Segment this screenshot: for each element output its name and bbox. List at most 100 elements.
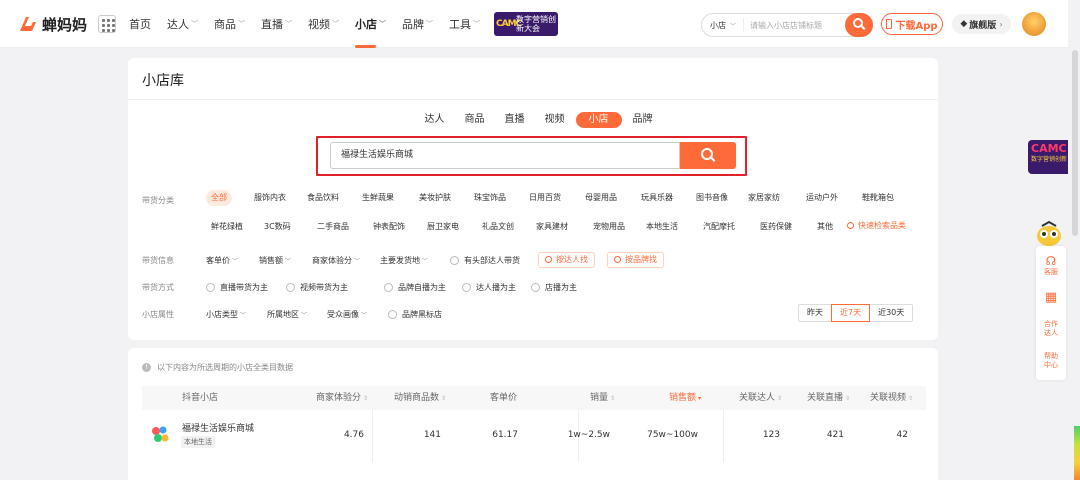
qr-code-icon: ▦: [1044, 290, 1058, 305]
category-chip[interactable]: 全部: [206, 190, 232, 206]
nav-brand[interactable]: 品牌 ﹀: [402, 0, 433, 48]
period-30days[interactable]: 近30天: [869, 304, 914, 322]
category-chip[interactable]: 礼品文创: [477, 219, 519, 235]
mode-video-checkbox[interactable]: 视频带货为主: [286, 282, 348, 293]
mode-store-live-checkbox[interactable]: 店播为主: [531, 282, 577, 293]
tab-brand[interactable]: 品牌: [624, 112, 662, 128]
category-chip[interactable]: 其他: [812, 219, 838, 235]
mode-talent-checkbox[interactable]: 达人播为主: [462, 282, 516, 293]
shop-search-input[interactable]: 福禄生活娱乐商城: [330, 142, 680, 169]
camc-float-banner[interactable]: CAMC 数字营销创新: [1028, 140, 1068, 174]
tab-live[interactable]: 直播: [496, 112, 534, 128]
camc-float-text: 数字营销创新: [1031, 156, 1068, 163]
data-note: ! 以下内容为所选周期的小店全类目数据: [142, 362, 293, 373]
sort-icon: ⇕: [363, 395, 369, 402]
quick-category-search[interactable]: 快速检索品类: [847, 219, 906, 235]
find-by-brand-button[interactable]: 按品牌找: [607, 252, 664, 268]
divider: [128, 99, 938, 100]
top-search-button[interactable]: [845, 13, 873, 37]
camc-promo-badge[interactable]: CAMC 数字营销创新大会: [494, 12, 558, 36]
mode-live-checkbox[interactable]: 直播带货为主: [206, 282, 268, 293]
audience-dropdown[interactable]: 受众画像 ﹀: [327, 309, 367, 320]
revenue-dropdown[interactable]: 销售额 ﹀: [259, 255, 291, 266]
category-chip[interactable]: 运动户外: [801, 190, 843, 206]
category-chip[interactable]: 鞋靴箱包: [857, 190, 899, 206]
category-chip[interactable]: 钟表配饰: [368, 219, 410, 235]
tab-shop[interactable]: 小店: [575, 112, 622, 128]
tab-goods[interactable]: 商品: [456, 112, 494, 128]
logo-icon: [20, 17, 36, 31]
nav-live[interactable]: 直播 ﹀: [261, 0, 292, 48]
shop-search-button[interactable]: [680, 142, 736, 169]
category-chip[interactable]: 鲜花绿植: [206, 219, 248, 235]
page-title: 小店库: [142, 73, 184, 89]
tab-talent[interactable]: 达人: [416, 112, 454, 128]
category-chip[interactable]: 家具建材: [531, 219, 573, 235]
category-chip[interactable]: 汽配摩托: [698, 219, 740, 235]
help-center[interactable]: 帮助中心: [1036, 352, 1066, 370]
period-yesterday[interactable]: 昨天: [798, 304, 832, 322]
category-chip[interactable]: 玩具乐器: [636, 190, 678, 206]
scrollbar-thumb[interactable]: [1072, 50, 1078, 236]
shop-name[interactable]: 福禄生活娱乐商城: [182, 421, 254, 434]
apps-grid-icon[interactable]: [98, 15, 116, 33]
brand-blackmark-checkbox[interactable]: 品牌黑标店: [388, 309, 442, 320]
category-chip[interactable]: 图书音像: [691, 190, 733, 206]
col-sales[interactable]: 销量 ⇕: [590, 386, 615, 410]
cooperate-talent[interactable]: 合作达人: [1036, 320, 1066, 338]
category-chip[interactable]: 服饰内衣: [249, 190, 291, 206]
category-chip[interactable]: 二手商品: [312, 219, 354, 235]
nav-home[interactable]: 首页: [129, 0, 151, 48]
search-type-tabs: 达人 商品 直播 视频 小店 品牌: [128, 112, 938, 128]
category-chip[interactable]: 医药保健: [755, 219, 797, 235]
search-icon: [614, 256, 621, 263]
chevron-down-icon: ﹀: [730, 22, 737, 30]
top-talent-checkbox[interactable]: 有头部达人带货: [450, 255, 520, 266]
price-dropdown[interactable]: 客单价 ﹀: [206, 255, 238, 266]
ship-from-dropdown[interactable]: 主要发货地 ﹀: [380, 255, 428, 266]
col-items[interactable]: 动销商品数 ⇕: [394, 386, 446, 410]
cell-videos: 42: [896, 430, 908, 440]
find-by-talent-button[interactable]: 按达人找: [538, 252, 595, 268]
experience-score-dropdown[interactable]: 商家体验分 ﹀: [312, 255, 360, 266]
vip-edition-button[interactable]: ◆ 旗舰版 ›: [952, 14, 1011, 34]
category-chip[interactable]: 本地生活: [641, 219, 683, 235]
category-chip[interactable]: 珠宝饰品: [469, 190, 511, 206]
nav-talent[interactable]: 达人 ﹀: [167, 0, 198, 48]
col-lives[interactable]: 关联直播 ⇕: [807, 386, 850, 410]
region-dropdown[interactable]: 所属地区 ﹀: [267, 309, 307, 320]
category-chip[interactable]: 食品饮料: [302, 190, 344, 206]
col-score[interactable]: 商家体验分 ⇕: [316, 386, 368, 410]
avatar[interactable]: [1022, 12, 1046, 36]
category-chip[interactable]: 宠物用品: [588, 219, 630, 235]
customer-service[interactable]: ☊ 客服: [1036, 254, 1066, 277]
nav-goods[interactable]: 商品 ﹀: [214, 0, 245, 48]
category-chip[interactable]: 3C数码: [259, 219, 296, 235]
sort-icon: ⇕: [777, 395, 783, 402]
category-chip[interactable]: 生鲜蔬果: [357, 190, 399, 206]
search-icon: [847, 222, 854, 229]
nav-shop[interactable]: 小店 ﹀: [355, 0, 386, 48]
mode-brand-self-checkbox[interactable]: 品牌自播为主: [384, 282, 446, 293]
col-revenue[interactable]: 销售额 ▾: [669, 386, 701, 410]
category-chip[interactable]: 日用百货: [524, 190, 566, 206]
logo[interactable]: 蝉妈妈: [18, 14, 87, 34]
category-chip[interactable]: 厨卫家电: [422, 219, 464, 235]
download-app-button[interactable]: 下载App: [881, 13, 943, 35]
chevron-down-icon: ﹀: [354, 258, 361, 265]
col-talents[interactable]: 关联达人 ⇕: [739, 386, 782, 410]
qr-code[interactable]: ▦: [1036, 290, 1066, 306]
main-nav: 首页 达人﹀ 商品﹀ 直播﹀ 视频﹀ 小店﹀ 品牌﹀ 工具﹀ 报表: [129, 0, 534, 48]
search-scope-select[interactable]: 小店 ﹀: [702, 18, 744, 32]
category-chip[interactable]: 母婴用品: [580, 190, 622, 206]
category-chip[interactable]: 美妆护肤: [414, 190, 456, 206]
category-chip[interactable]: 家居家纺: [743, 190, 785, 206]
nav-tools[interactable]: 工具 ﹀: [449, 0, 480, 48]
tab-video[interactable]: 视频: [536, 112, 574, 128]
nav-video[interactable]: 视频 ﹀: [308, 0, 339, 48]
chevron-right-icon: ›: [999, 19, 1003, 29]
chevron-down-icon: ﹀: [301, 312, 308, 319]
col-videos[interactable]: 关联视频 ⇕: [870, 386, 913, 410]
shop-type-dropdown[interactable]: 小店类型 ﹀: [206, 309, 246, 320]
period-7days[interactable]: 近7天: [831, 304, 871, 322]
